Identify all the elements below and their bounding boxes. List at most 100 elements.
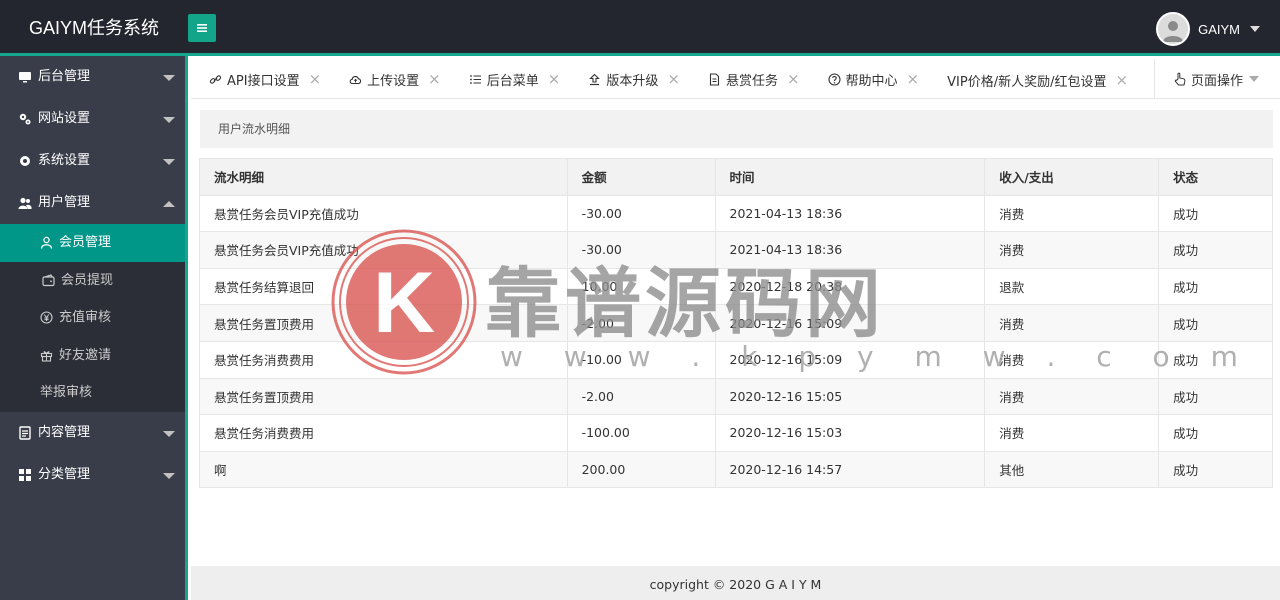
page-operations-dropdown[interactable]: 页面操作	[1154, 59, 1280, 98]
tab-strip: API接口设置 × 上传设置 × 后台菜单 × 版本升级 × 悬赏任务 × 帮助…	[191, 59, 1154, 98]
sidebar-item-site-settings[interactable]: 网站设置	[0, 98, 185, 140]
file-icon	[708, 72, 721, 86]
table-cell: 悬赏任务置顶费用	[199, 377, 568, 416]
tab-label: VIP价格/新人奖励/红包设置	[947, 74, 1107, 90]
table-cell: 成功	[1158, 377, 1273, 416]
table-cell: 2021-04-13 18:36	[714, 231, 986, 269]
table-cell: 成功	[1158, 304, 1273, 342]
hand-pointer-icon	[1173, 72, 1187, 86]
sidebar-subitem-label: 举报审核	[40, 385, 93, 400]
table-cell: 悬赏任务会员VIP充值成功	[199, 231, 568, 269]
table-cell: 悬赏任务消费费用	[199, 414, 568, 452]
transaction-table: 流水明细 金额 时间 收入/支出 状态 悬赏任务会员VIP充值成功 -30.00 2…	[199, 158, 1273, 489]
sidebar-item-backend[interactable]: 后台管理	[0, 56, 185, 98]
sidebar-item-label: 网站设置	[38, 111, 91, 126]
chevron-up-icon	[163, 201, 175, 207]
chevron-down-icon	[163, 75, 175, 81]
monitor-icon	[18, 70, 32, 84]
sidebar-subitem-recharge-review[interactable]: 充值审核	[0, 299, 185, 337]
gear-icon	[18, 154, 32, 168]
column-header: 时间	[714, 158, 986, 196]
tab-vip-settings[interactable]: VIP价格/新人奖励/红包设置 ×	[929, 60, 1138, 98]
gears-icon	[18, 112, 32, 126]
table-cell: 成功	[1158, 340, 1273, 379]
tab-label: 上传设置	[367, 73, 420, 89]
tab-bar: API接口设置 × 上传设置 × 后台菜单 × 版本升级 × 悬赏任务 × 帮助…	[191, 59, 1280, 99]
tab-help-center[interactable]: 帮助中心 ×	[810, 59, 930, 98]
link-icon	[209, 73, 222, 86]
table-cell: 2020-12-18 20:38	[714, 267, 986, 306]
table-cell: -2.00	[566, 377, 716, 416]
table-cell: -10.00	[566, 340, 716, 379]
table-row: 悬赏任务置顶费用 -2.00 2020-12-16 15:05 消费 成功	[199, 377, 1273, 416]
hamburger-icon	[194, 20, 210, 36]
table-row: 悬赏任务消费费用 -100.00 2020-12-16 15:03 消费 成功	[199, 414, 1273, 452]
table-cell: 悬赏任务结算退回	[199, 267, 568, 306]
user-management-submenu: 会员管理 会员提现 充值审核 好友邀请 举报审核	[0, 224, 185, 412]
table-row: 悬赏任务置顶费用 -2.00 2020-12-16 15:09 消费 成功	[199, 304, 1273, 342]
sidebar-subitem-member-withdraw[interactable]: 会员提现	[0, 262, 185, 300]
table-cell: 成功	[1158, 414, 1273, 452]
column-header: 收入/支出	[984, 158, 1160, 196]
table-cell: 成功	[1158, 450, 1273, 489]
chevron-down-icon	[163, 159, 175, 165]
close-icon[interactable]: ×	[309, 71, 322, 87]
tab-label: 版本升级	[606, 73, 659, 89]
column-header: 状态	[1158, 158, 1273, 196]
table-cell: 200.00	[566, 450, 716, 489]
table-cell: 消费	[984, 231, 1160, 269]
user-menu[interactable]: GAIYM	[1156, 12, 1260, 46]
table-cell: -100.00	[566, 414, 716, 452]
sidebar-item-category-management[interactable]: 分类管理	[0, 454, 185, 496]
sidebar-subitem-report-review[interactable]: 举报审核	[0, 374, 185, 412]
tab-label: 帮助中心	[845, 73, 898, 89]
table-cell: 啊	[199, 450, 568, 489]
close-icon[interactable]: ×	[907, 71, 920, 87]
close-icon[interactable]: ×	[787, 71, 800, 87]
close-icon[interactable]: ×	[1115, 72, 1128, 88]
sidebar-item-user-management[interactable]: 用户管理	[0, 182, 185, 224]
table-cell: 2020-12-16 15:09	[714, 304, 986, 342]
close-icon[interactable]: ×	[428, 71, 441, 87]
sidebar-subitem-label: 好友邀请	[59, 347, 112, 363]
table-header-row: 流水明细 金额 时间 收入/支出 状态	[199, 158, 1273, 196]
sidebar-item-label: 后台管理	[38, 69, 91, 84]
table-cell: 2020-12-16 15:05	[714, 377, 986, 416]
table-row: 悬赏任务消费费用 -10.00 2020-12-16 15:09 消费 成功	[199, 340, 1273, 379]
close-icon[interactable]: ×	[548, 71, 561, 87]
sidebar-subitem-friend-invite[interactable]: 好友邀请	[0, 337, 185, 375]
table-cell: 消费	[984, 377, 1160, 416]
breadcrumb: 用户流水明细	[200, 110, 1273, 148]
sidebar-item-system-settings[interactable]: 系统设置	[0, 140, 185, 182]
tab-label: 悬赏任务	[725, 73, 778, 89]
user-name: GAIYM	[1198, 21, 1240, 37]
sidebar-subitem-member-management[interactable]: 会员管理	[0, 224, 185, 262]
tab-version-upgrade[interactable]: 版本升级 ×	[570, 59, 690, 98]
tab-upload-settings[interactable]: 上传设置 ×	[331, 59, 451, 98]
close-icon[interactable]: ×	[667, 71, 680, 87]
table-cell: 消费	[984, 304, 1160, 342]
tab-reward-tasks[interactable]: 悬赏任务 ×	[690, 59, 810, 98]
users-icon	[18, 196, 32, 210]
tab-label: API接口设置	[227, 73, 300, 89]
grid-icon	[18, 468, 32, 482]
table-row: 悬赏任务会员VIP充值成功 -30.00 2021-04-13 18:36 消费 成功	[199, 231, 1273, 269]
yen-icon	[40, 311, 53, 324]
chevron-down-icon	[163, 430, 175, 437]
table-cell: 2020-12-16 14:57	[714, 450, 986, 489]
tab-backend-menu[interactable]: 后台菜单 ×	[451, 59, 571, 98]
tab-api-settings[interactable]: API接口设置 ×	[191, 59, 331, 98]
tab-member[interactable]: 会	[1138, 59, 1154, 98]
table-cell: 悬赏任务会员VIP充值成功	[199, 194, 568, 233]
menu-toggle-button[interactable]	[188, 14, 216, 42]
table-cell: 悬赏任务消费费用	[199, 340, 568, 379]
gift-icon	[40, 349, 53, 362]
sidebar-item-label: 系统设置	[38, 153, 91, 168]
table-cell: 消费	[984, 194, 1160, 233]
table-cell: 消费	[984, 340, 1160, 379]
help-icon	[827, 72, 841, 86]
sidebar-item-label: 分类管理	[38, 466, 91, 482]
sidebar-item-content-management[interactable]: 内容管理	[0, 412, 185, 454]
sidebar-item-label: 用户管理	[38, 195, 91, 210]
sidebar: 后台管理 网站设置 系统设置 用户管理 会员管理 会员提现 充值审核 好友邀请	[0, 56, 188, 600]
